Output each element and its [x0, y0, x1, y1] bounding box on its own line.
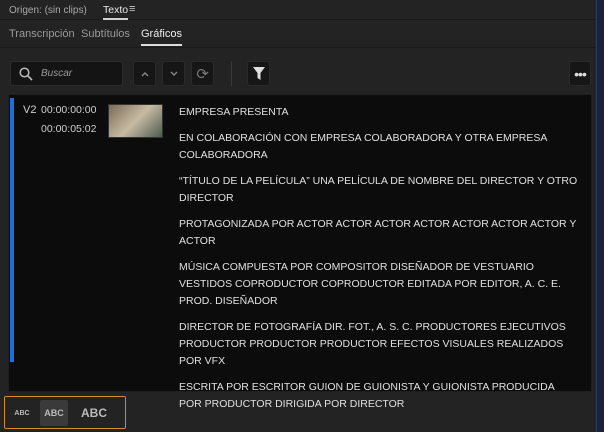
- font-size-large[interactable]: ABC: [75, 402, 113, 424]
- font-size-selector: ABC ABC ABC: [4, 396, 126, 429]
- panel-edge: [596, 0, 604, 432]
- toolbar-divider: [231, 61, 232, 86]
- font-size-medium[interactable]: ABC: [40, 400, 68, 426]
- start-timecode[interactable]: 00:00:00:00: [41, 104, 96, 116]
- hamburger-icon[interactable]: ≡: [129, 3, 135, 15]
- panel-tab-texto[interactable]: Texto: [103, 4, 129, 20]
- divider: [0, 47, 598, 48]
- next-button[interactable]: [162, 61, 185, 86]
- text-line[interactable]: ESCRITA POR ESCRITOR GUION DE GUIONISTA …: [179, 379, 579, 413]
- source-label[interactable]: Origen: (sin clips): [9, 5, 87, 16]
- text-line[interactable]: EN COLABORACIÓN CON EMPRESA COLABORADORA…: [179, 130, 579, 164]
- text-line[interactable]: “TÍTULO DE LA PELÍCULA” UNA PELÍCULA DE …: [179, 173, 579, 207]
- refresh-button[interactable]: ⟳: [191, 61, 214, 86]
- clip-thumbnail: [108, 104, 163, 138]
- chevron-up-icon: [141, 71, 148, 76]
- filter-button[interactable]: [247, 61, 270, 86]
- tab-subtitulos[interactable]: Subtítulos: [81, 28, 130, 40]
- selection-indicator: [10, 98, 14, 362]
- text-line[interactable]: MÚSICA COMPUESTA POR COMPOSITOR DISEÑADO…: [179, 259, 579, 310]
- chevron-down-icon: [170, 71, 177, 76]
- refresh-icon: ⟳: [196, 65, 209, 83]
- text-line[interactable]: PROTAGONIZADA POR ACTOR ACTOR ACTOR ACTO…: [179, 216, 579, 250]
- search-placeholder: Buscar: [41, 68, 73, 79]
- text-line[interactable]: DIRECTOR DE FOTOGRAFÍA DIR. FOT., A. S. …: [179, 319, 579, 370]
- search-icon: [19, 67, 33, 81]
- panel-header: [0, 0, 598, 20]
- graphic-text-lines: EMPRESA PRESENTA EN COLABORACIÓN CON EMP…: [179, 104, 579, 422]
- ellipsis-icon: •••: [574, 65, 587, 82]
- filter-icon: [252, 67, 265, 80]
- previous-button[interactable]: [133, 61, 156, 86]
- tab-transcripcion[interactable]: Transcripción: [9, 28, 75, 40]
- search-input[interactable]: Buscar: [10, 61, 123, 86]
- track-label: V2: [23, 104, 37, 116]
- end-timecode[interactable]: 00:00:05:02: [41, 123, 96, 135]
- more-options-button[interactable]: •••: [569, 61, 591, 86]
- font-size-small[interactable]: ABC: [9, 402, 35, 424]
- tab-graficos[interactable]: Gráficos: [141, 28, 182, 46]
- text-line[interactable]: EMPRESA PRESENTA: [179, 104, 579, 121]
